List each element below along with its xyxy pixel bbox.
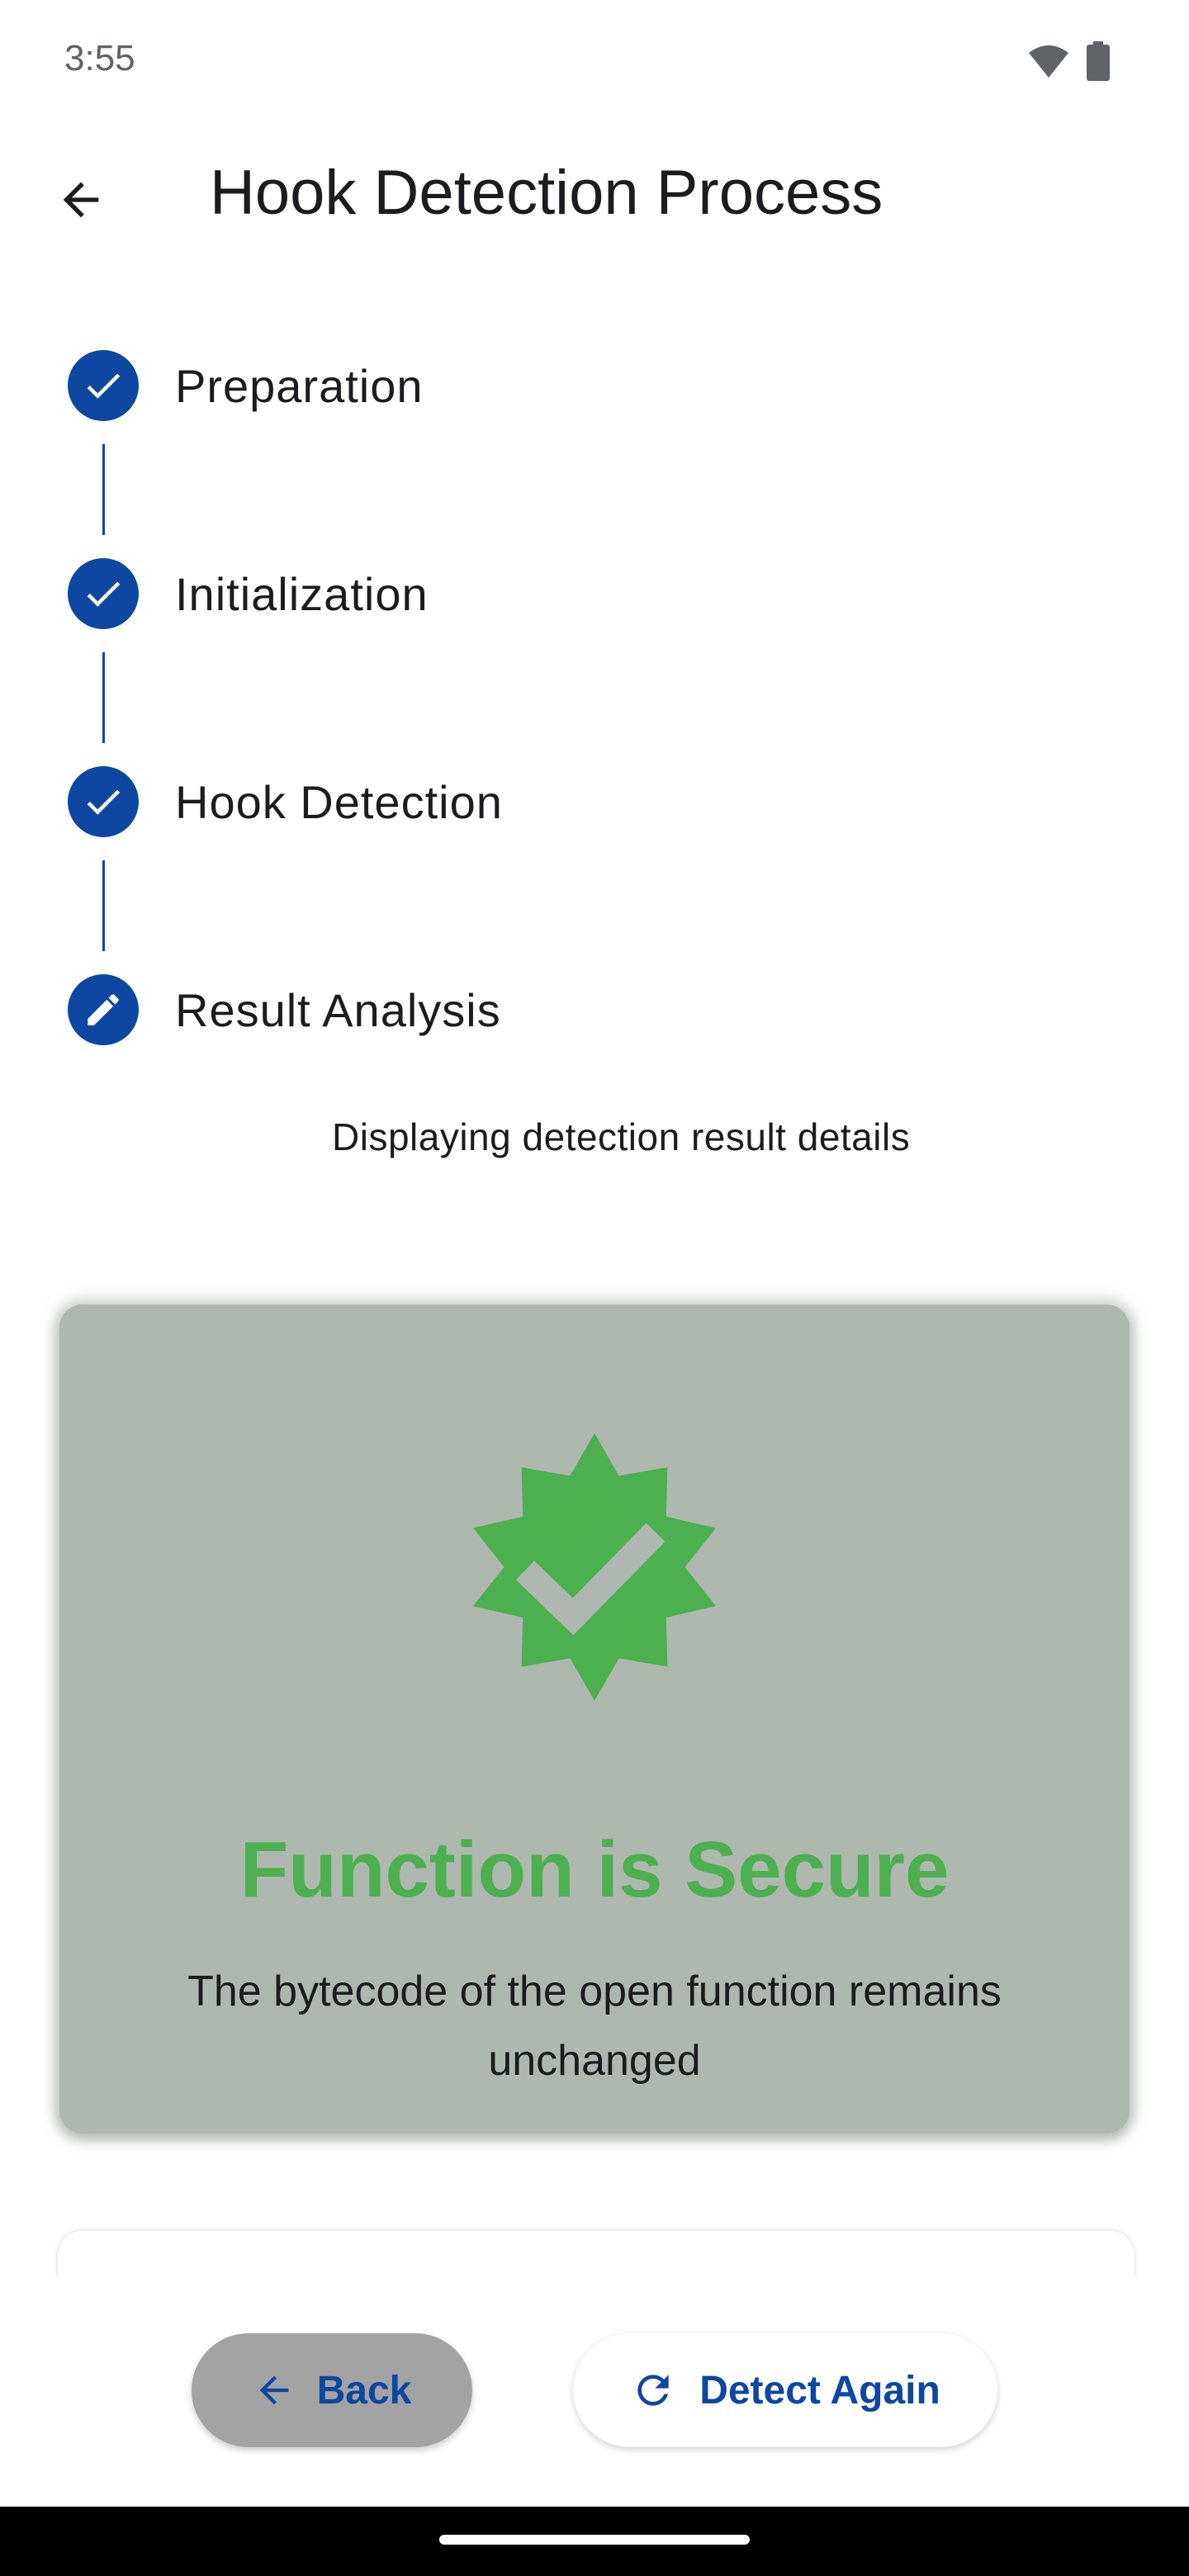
step-label: Hook Detection	[175, 775, 503, 828]
step-completed-indicator	[68, 766, 139, 837]
pencil-icon	[88, 994, 119, 1025]
step-active-indicator	[68, 974, 139, 1045]
app-bar: Hook Detection Process	[0, 132, 1189, 272]
wifi-icon	[1029, 45, 1068, 78]
battery-icon	[1087, 41, 1110, 81]
result-title: Function is Secure	[239, 1825, 950, 1914]
status-time: 3:55	[64, 38, 135, 78]
check-icon	[87, 789, 121, 815]
back-arrow-button[interactable]	[46, 165, 116, 234]
step-completed-indicator	[68, 350, 139, 421]
step-connector	[102, 652, 105, 743]
check-icon	[87, 581, 121, 607]
status-bar: 3:55	[0, 0, 1189, 124]
verified-badge-icon	[473, 1433, 716, 1701]
step-connector	[102, 860, 105, 951]
step-hook-detection[interactable]: Hook Detection	[68, 766, 503, 837]
step-initialization[interactable]: Initialization	[68, 558, 429, 629]
arrow-left-icon	[63, 182, 99, 218]
step-label: Result Analysis	[175, 983, 501, 1036]
step-result-analysis[interactable]: Result Analysis	[68, 974, 501, 1045]
step-label: Initialization	[175, 567, 429, 620]
step-description: Displaying detection result details	[332, 1115, 911, 1158]
step-connector	[102, 444, 105, 535]
detect-again-button[interactable]: Detect Again	[573, 2333, 997, 2447]
step-label: Preparation	[175, 359, 424, 412]
step-completed-indicator	[68, 558, 139, 629]
check-icon	[87, 373, 121, 399]
back-button-label: Back	[316, 2368, 412, 2413]
back-button[interactable]: Back	[192, 2333, 472, 2447]
refresh-icon	[637, 2375, 669, 2406]
gesture-handle[interactable]	[439, 2535, 750, 2545]
page-title: Hook Detection Process	[210, 158, 883, 228]
system-nav-bar	[0, 2507, 1189, 2576]
arrow-left-icon	[259, 2375, 288, 2405]
status-icons	[1027, 41, 1110, 81]
result-card: Function is Secure The bytecode of the o…	[59, 1305, 1130, 2133]
detect-again-button-label: Detect Again	[699, 2368, 940, 2413]
bottom-actions: Back Detect Again	[0, 2275, 1189, 2507]
result-description: The bytecode of the open function remain…	[187, 1968, 1002, 2085]
step-preparation[interactable]: Preparation	[68, 350, 424, 421]
